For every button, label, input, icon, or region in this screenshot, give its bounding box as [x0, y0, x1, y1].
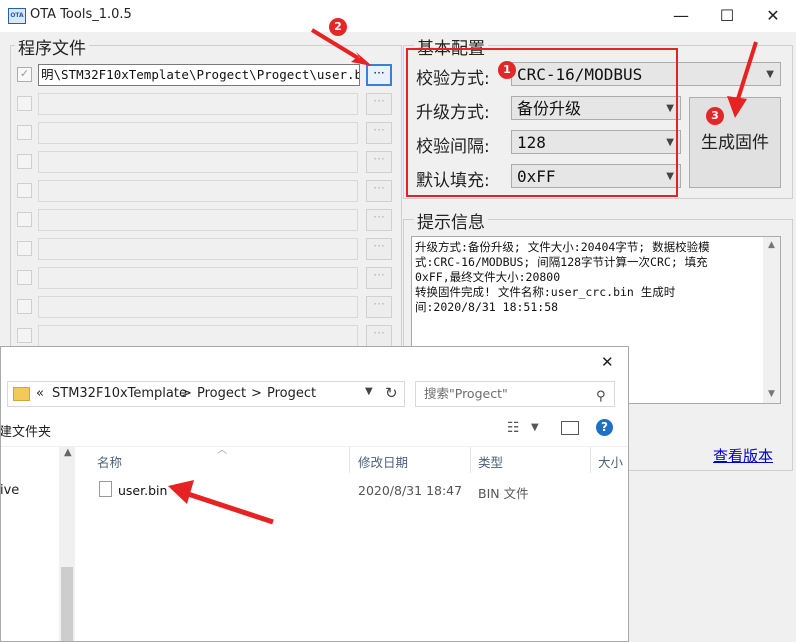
file-checkbox-6[interactable] — [17, 212, 32, 227]
file-path-input-10[interactable] — [38, 325, 358, 347]
file-checkbox-1[interactable]: ✓ — [17, 67, 32, 82]
browse-button-9[interactable]: ··· — [366, 296, 392, 318]
file-checkbox-7[interactable] — [17, 241, 32, 256]
file-path-input-4[interactable] — [38, 151, 358, 173]
file-checkbox-5[interactable] — [17, 183, 32, 198]
browse-button-10[interactable]: ··· — [366, 325, 392, 347]
breadcrumb-separator: > — [251, 386, 262, 401]
divider — [1, 446, 628, 447]
help-icon[interactable]: ? — [596, 419, 613, 436]
file-checkbox-9[interactable] — [17, 299, 32, 314]
file-checkbox-3[interactable] — [17, 125, 32, 140]
message-line: 间:2020/8/31 18:51:58 — [415, 300, 559, 314]
close-button[interactable]: ✕ — [750, 0, 796, 32]
file-path-input-8[interactable] — [38, 267, 358, 289]
file-icon — [99, 481, 112, 497]
file-checkbox-2[interactable] — [17, 96, 32, 111]
file-modified: 2020/8/31 18:47 — [358, 483, 463, 498]
program-files-title: 程序文件 — [15, 34, 89, 59]
file-checkbox-8[interactable] — [17, 270, 32, 285]
column-separator — [590, 447, 591, 473]
column-header-type[interactable]: 类型 — [478, 452, 503, 471]
message-line: 转换固件完成! 文件名称:user_crc.bin 生成时 — [415, 285, 676, 299]
file-path-input-6[interactable] — [38, 209, 358, 231]
browse-button-2[interactable]: ··· — [366, 93, 392, 115]
badge-3: 3 — [706, 107, 724, 125]
file-open-dialog: ✕ « STM32F10xTemplate > Progect > Progec… — [0, 346, 629, 642]
close-icon[interactable]: ✕ — [601, 353, 614, 371]
browse-button-1[interactable]: ··· — [366, 64, 392, 86]
nav-item-drive[interactable]: ive — [1, 483, 19, 498]
window-title: OTA Tools_1.0.5 — [30, 7, 132, 22]
badge-2: 2 — [329, 18, 347, 36]
maximize-button[interactable]: ☐ — [704, 0, 750, 32]
browse-button-8[interactable]: ··· — [366, 267, 392, 289]
message-line: 式:CRC-16/MODBUS; 间隔128字节计算一次CRC; 填充 — [415, 255, 708, 269]
breadcrumb-item[interactable]: Progect — [197, 386, 246, 401]
file-path-input-3[interactable] — [38, 122, 358, 144]
file-path-input-9[interactable] — [38, 296, 358, 318]
column-header-modified[interactable]: 修改日期 — [358, 452, 408, 471]
search-icon[interactable]: ⚲ — [596, 385, 606, 409]
refresh-icon[interactable]: ↻ — [385, 384, 398, 402]
file-path-input-5[interactable] — [38, 180, 358, 202]
browse-button-6[interactable]: ··· — [366, 209, 392, 231]
column-separator — [349, 447, 350, 473]
message-scrollbar[interactable]: ▲ ▼ — [763, 237, 780, 403]
view-version-link[interactable]: 查看版本 — [713, 445, 773, 466]
column-header-name[interactable]: 名称 — [97, 452, 122, 471]
file-path-input-2[interactable] — [38, 93, 358, 115]
message-line: 升级方式:备份升级; 文件大小:20404字节; 数据校验模 — [415, 240, 710, 254]
messages-title: 提示信息 — [414, 208, 488, 233]
browse-button-5[interactable]: ··· — [366, 180, 392, 202]
breadcrumb-separator: > — [181, 386, 192, 401]
address-bar[interactable]: « STM32F10xTemplate > Progect > Progect … — [7, 381, 405, 407]
breadcrumb-item[interactable]: STM32F10xTemplate — [52, 386, 187, 401]
pane-icon[interactable] — [561, 421, 579, 435]
chevron-down-icon: ▼ — [766, 69, 774, 80]
column-separator — [470, 447, 471, 473]
file-path-input-1[interactable]: 明\STM32F10xTemplate\Progect\Progect\user… — [38, 64, 360, 86]
file-path-input-7[interactable] — [38, 238, 358, 260]
message-line: 0xFF,最终文件大小:20800 — [415, 270, 561, 284]
browse-button-7[interactable]: ··· — [366, 238, 392, 260]
view-icon[interactable]: ☷ — [507, 420, 520, 436]
search-input[interactable]: 搜索"Progect" ⚲ — [415, 381, 615, 407]
breadcrumb-overflow[interactable]: « — [36, 386, 44, 401]
highlight-box — [406, 48, 678, 197]
chevron-down-icon[interactable]: ▼ — [531, 422, 539, 433]
generate-firmware-button[interactable]: 生成固件 — [689, 97, 781, 188]
badge-1: 1 — [498, 61, 516, 79]
breadcrumb-item[interactable]: Progect — [267, 386, 316, 401]
column-header-size[interactable]: 大小 — [598, 452, 623, 471]
browse-button-4[interactable]: ··· — [366, 151, 392, 173]
sort-ascending-icon: ︿ — [217, 445, 227, 456]
browse-button-3[interactable]: ··· — [366, 122, 392, 144]
nav-scroll-thumb[interactable] — [61, 567, 73, 641]
file-checkbox-10[interactable] — [17, 328, 32, 343]
app-icon: OTA — [8, 8, 26, 24]
file-name[interactable]: user.bin — [118, 483, 167, 498]
chevron-down-icon[interactable]: ▼ — [365, 386, 373, 397]
new-folder-button[interactable]: 建文件夹 — [1, 421, 51, 440]
file-type: BIN 文件 — [478, 486, 529, 501]
minimize-button[interactable]: — — [658, 0, 704, 32]
file-checkbox-4[interactable] — [17, 154, 32, 169]
scroll-up-icon[interactable]: ▲ — [64, 447, 72, 458]
search-placeholder: 搜索"Progect" — [424, 386, 508, 401]
folder-icon — [13, 387, 30, 401]
